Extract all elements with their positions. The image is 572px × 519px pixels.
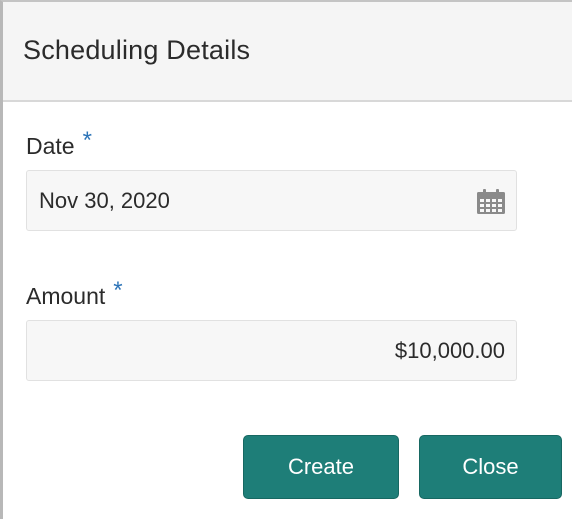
create-button[interactable]: Create	[243, 435, 399, 499]
calendar-icon[interactable]	[476, 189, 506, 215]
amount-field-label: Amount *	[26, 277, 123, 311]
amount-required-marker: *	[113, 277, 123, 304]
date-input[interactable]: Nov 30, 2020	[26, 170, 517, 231]
dialog-title: Scheduling Details	[23, 35, 251, 65]
close-button[interactable]: Close	[419, 435, 562, 499]
date-required-marker: *	[82, 127, 92, 154]
dialog-header: Scheduling Details	[3, 2, 572, 102]
date-field-label: Date *	[26, 127, 92, 161]
date-label-text: Date	[26, 133, 75, 159]
amount-label-text: Amount	[26, 283, 106, 309]
date-input-value: Nov 30, 2020	[39, 188, 170, 213]
amount-input-value: $10,000.00	[394, 338, 505, 363]
scheduling-details-dialog: Scheduling Details Date * Nov 30, 2020 A…	[0, 0, 572, 519]
amount-input[interactable]: $10,000.00	[26, 320, 517, 381]
